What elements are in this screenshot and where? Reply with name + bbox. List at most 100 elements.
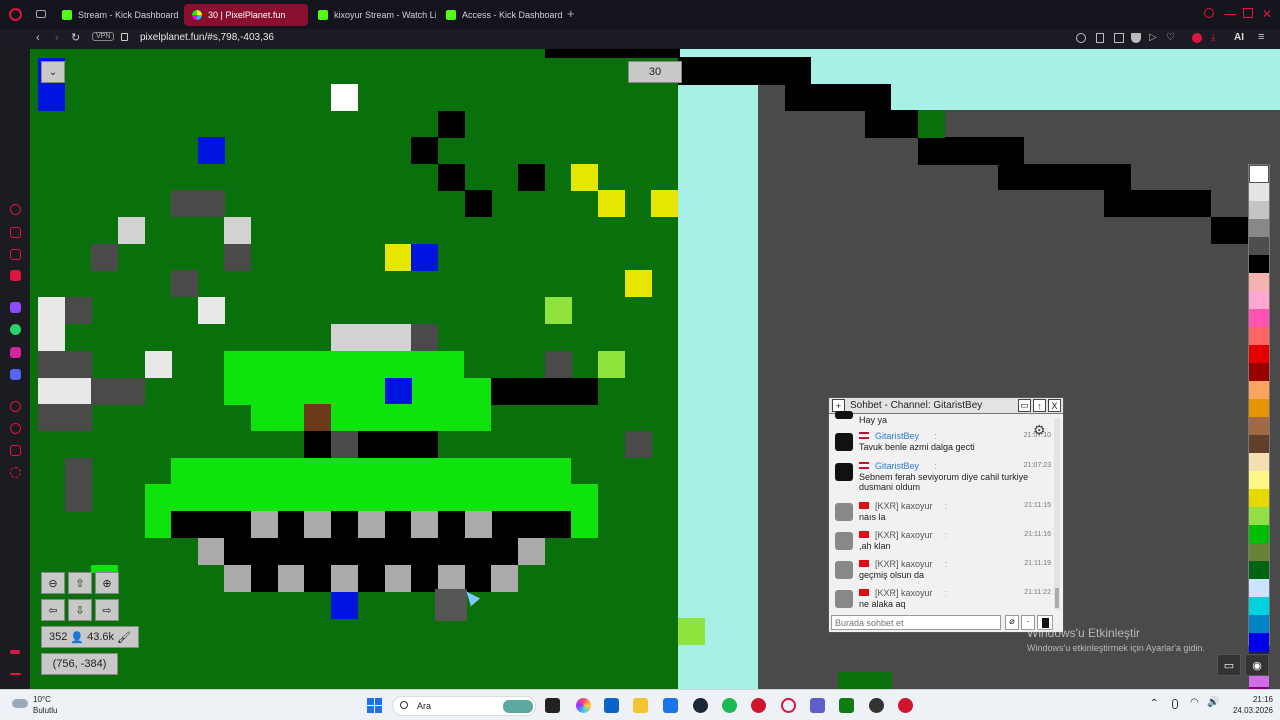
steam-icon[interactable] bbox=[693, 698, 708, 713]
sidebar-whatsapp-icon[interactable] bbox=[10, 324, 21, 335]
palette-swatch[interactable] bbox=[1249, 543, 1269, 561]
palette-swatch[interactable] bbox=[1249, 489, 1269, 507]
sidebar-gx-icon[interactable] bbox=[10, 650, 20, 654]
sidebar-more-icon[interactable] bbox=[10, 673, 21, 675]
palette-swatch[interactable] bbox=[1249, 561, 1269, 579]
move-left-button[interactable]: ⇦ bbox=[41, 599, 65, 621]
pixel-canvas[interactable] bbox=[30, 49, 1280, 689]
chat-username[interactable]: [KXR] kaxoyur bbox=[875, 530, 933, 540]
clock-date[interactable]: 24.03.2026 bbox=[1226, 706, 1273, 715]
chat-toggle-button[interactable]: ▭ bbox=[1217, 654, 1241, 676]
emoji-icon[interactable] bbox=[1076, 33, 1086, 43]
palette-swatch[interactable] bbox=[1249, 255, 1269, 273]
reload-icon[interactable]: ↻ bbox=[71, 31, 80, 44]
pin-icon[interactable] bbox=[1096, 33, 1104, 43]
palette-swatch[interactable] bbox=[1249, 165, 1269, 183]
opera-logo-icon[interactable] bbox=[9, 8, 22, 21]
palette-swatch[interactable] bbox=[1249, 237, 1269, 255]
attach-icon[interactable]: ⌀ bbox=[1005, 615, 1019, 630]
back-icon[interactable]: ‹ bbox=[36, 32, 40, 44]
heart-icon[interactable]: ♡ bbox=[1166, 32, 1175, 43]
palette-swatch[interactable] bbox=[1249, 201, 1269, 219]
palette-swatch[interactable] bbox=[1249, 309, 1269, 327]
workspaces-icon[interactable] bbox=[36, 10, 46, 18]
chat-username[interactable]: [KXR] kaxoyur bbox=[875, 559, 933, 569]
palette-swatch[interactable] bbox=[1249, 507, 1269, 525]
xbox-icon[interactable] bbox=[839, 698, 854, 713]
outlook-icon[interactable] bbox=[604, 698, 619, 713]
taskbar-search[interactable]: Ara bbox=[392, 696, 536, 716]
palette-swatch[interactable] bbox=[1249, 273, 1269, 291]
tab-stream-kick-dashboard[interactable]: Stream - Kick Dashboard bbox=[54, 4, 182, 26]
snapshot-icon[interactable] bbox=[1114, 33, 1124, 43]
vpn-badge[interactable]: VPN bbox=[92, 32, 115, 41]
chat-username[interactable]: [KXR] kaxoyur bbox=[875, 588, 933, 598]
palette-swatch[interactable] bbox=[1249, 435, 1269, 453]
maximize-icon[interactable] bbox=[1243, 8, 1253, 18]
new-tab-button[interactable]: + bbox=[567, 6, 579, 22]
chat-scrollbar[interactable] bbox=[1054, 418, 1060, 610]
sidebar-feed-icon[interactable] bbox=[10, 249, 21, 260]
zoom-in-button[interactable]: ⊕ bbox=[95, 572, 119, 594]
download-icon[interactable]: ⤓ bbox=[1211, 32, 1215, 43]
task-view-icon[interactable] bbox=[545, 698, 560, 713]
file-explorer-icon[interactable] bbox=[633, 698, 648, 713]
sidebar-player-icon[interactable] bbox=[10, 401, 21, 412]
adblock-shield-icon[interactable] bbox=[1131, 33, 1141, 43]
search-tabs-icon[interactable] bbox=[1204, 8, 1214, 18]
play-icon[interactable]: ▷ bbox=[1149, 32, 1157, 43]
volume-icon[interactable]: 🔊 bbox=[1207, 697, 1219, 708]
tray-chevron-icon[interactable]: ⌃ bbox=[1150, 698, 1158, 709]
app-red-icon[interactable] bbox=[751, 698, 766, 713]
zoom-out-button[interactable]: ⊖ bbox=[41, 572, 65, 594]
palette-swatch[interactable] bbox=[1249, 363, 1269, 381]
chat-input[interactable] bbox=[831, 615, 1001, 630]
teams-icon[interactable] bbox=[810, 698, 825, 713]
opera-gx-icon[interactable] bbox=[781, 698, 796, 713]
palette-swatch[interactable] bbox=[1249, 579, 1269, 597]
move-up-button[interactable]: ⇧ bbox=[68, 572, 92, 594]
opera-tray-icon[interactable] bbox=[898, 698, 913, 713]
sidebar-discord-icon[interactable] bbox=[10, 369, 21, 380]
forward-icon[interactable]: › bbox=[55, 32, 59, 44]
palette-swatch[interactable] bbox=[1249, 291, 1269, 309]
microphone-icon[interactable] bbox=[1172, 699, 1178, 709]
palette-toggle-button[interactable]: ◉ bbox=[1245, 654, 1269, 676]
minimize-icon[interactable] bbox=[1224, 14, 1236, 15]
tab-access-kick-dashboard[interactable]: Access - Kick Dashboard bbox=[438, 4, 562, 26]
profile-icon[interactable] bbox=[1192, 33, 1202, 43]
store-icon[interactable] bbox=[663, 698, 678, 713]
start-button[interactable] bbox=[367, 698, 382, 713]
weather-widget[interactable]: 10°C Bulutlu bbox=[12, 695, 82, 717]
palette-swatch[interactable] bbox=[1249, 345, 1269, 363]
chat-username[interactable]: GitaristBey bbox=[875, 461, 919, 471]
sidebar-news-icon[interactable] bbox=[10, 270, 21, 281]
sidebar-twitch-icon[interactable] bbox=[10, 302, 21, 313]
move-right-button[interactable]: ⇨ bbox=[95, 599, 119, 621]
sidebar-speed-dial-icon[interactable] bbox=[10, 204, 21, 215]
tab-kixoyur-stream[interactable]: kixoyur Stream - Watch Li bbox=[310, 4, 436, 26]
clock-time[interactable]: 21:16 bbox=[1238, 695, 1273, 704]
palette-swatch[interactable] bbox=[1249, 219, 1269, 237]
palette-swatch[interactable] bbox=[1249, 453, 1269, 471]
aria-ai-button[interactable]: AI bbox=[1234, 32, 1244, 43]
palette-swatch[interactable] bbox=[1249, 633, 1269, 651]
spotify-icon[interactable] bbox=[722, 698, 737, 713]
palette-swatch[interactable] bbox=[1249, 471, 1269, 489]
palette-swatch[interactable] bbox=[1249, 381, 1269, 399]
palette-swatch[interactable] bbox=[1249, 399, 1269, 417]
tab-pixelplanet[interactable]: 30 | PixelPlanet.fun bbox=[184, 4, 308, 26]
chat-channel-button[interactable]: ▭ bbox=[1018, 399, 1031, 412]
sidebar-bookmarks-icon[interactable] bbox=[10, 227, 21, 238]
menu-icon[interactable]: ≡ bbox=[1258, 31, 1264, 43]
chat-popout-button[interactable]: ↑ bbox=[1033, 399, 1046, 412]
menu-toggle-button[interactable]: ⌄ bbox=[41, 61, 65, 83]
palette-swatch[interactable] bbox=[1249, 417, 1269, 435]
palette-swatch[interactable] bbox=[1249, 615, 1269, 633]
close-icon[interactable]: ✕ bbox=[1262, 7, 1274, 21]
chat-close-button[interactable]: X bbox=[1048, 399, 1061, 412]
chat-username[interactable]: [KXR] kaxoyur bbox=[875, 501, 933, 511]
sidebar-extensions-icon[interactable] bbox=[10, 445, 21, 456]
chat-header[interactable]: + Sohbet - Channel: GitaristBey ▭ ↑ X bbox=[829, 398, 1063, 414]
palette-swatch[interactable] bbox=[1249, 327, 1269, 345]
